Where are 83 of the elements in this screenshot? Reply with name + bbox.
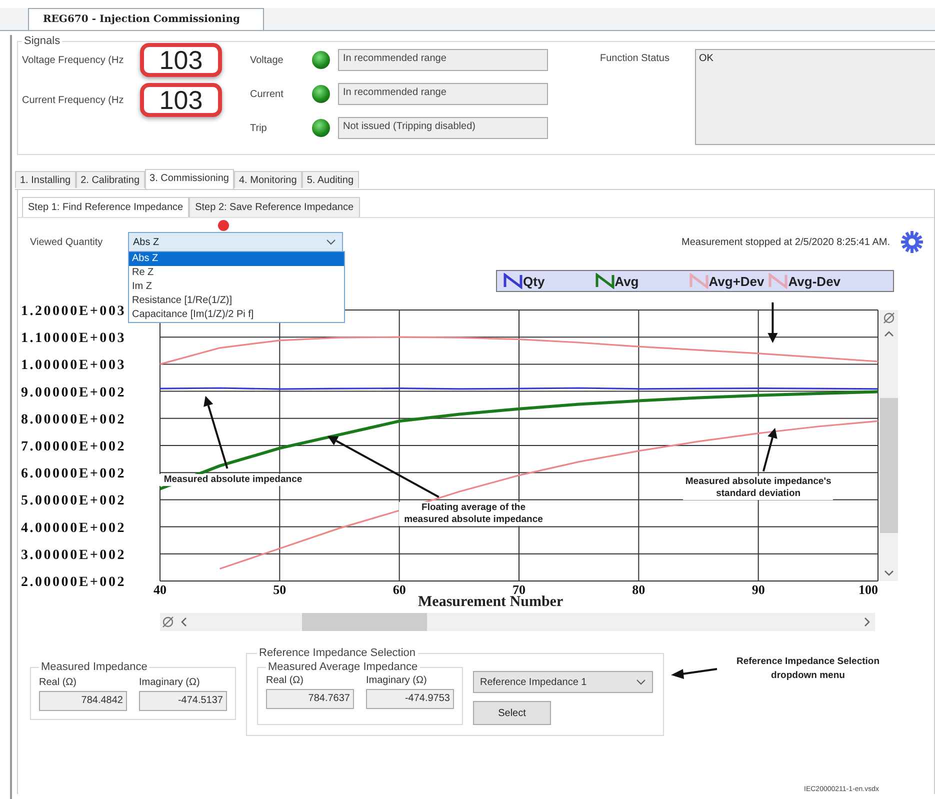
legend-line-icon bbox=[594, 273, 615, 289]
frequency-field: 103 bbox=[140, 83, 222, 117]
field-label: Real (Ω) bbox=[266, 675, 304, 686]
y-tick-label: 9.00000E+002 bbox=[21, 385, 124, 400]
indicator-label: Current bbox=[250, 88, 284, 100]
sub-tab[interactable]: Step 1: Find Reference Impedance bbox=[22, 197, 190, 217]
indicator-label: Trip bbox=[250, 122, 268, 134]
scroll-thumb[interactable] bbox=[880, 398, 898, 533]
dropdown-option[interactable]: Re Z bbox=[129, 266, 344, 280]
function-status-field: OK bbox=[695, 49, 935, 145]
caret-icon bbox=[636, 679, 646, 685]
annotation-arrow bbox=[762, 428, 778, 472]
zoom-reset-icon[interactable] bbox=[881, 310, 897, 326]
value-field: -474.9753 bbox=[366, 689, 454, 709]
horizontal-scrollbar[interactable] bbox=[160, 613, 875, 631]
tab[interactable]: 4. Monitoring bbox=[234, 171, 302, 188]
x-tick-label: 60 bbox=[392, 582, 406, 597]
vertical-scrollbar[interactable] bbox=[880, 310, 898, 581]
legend-label: Avg+Dev bbox=[708, 274, 764, 288]
x-tick-label: 40 bbox=[154, 582, 166, 597]
field-label: Imaginary (Ω) bbox=[366, 675, 428, 686]
indicator-label: Voltage bbox=[250, 54, 284, 66]
x-tick-label: 100 bbox=[858, 582, 878, 597]
legend-line-icon bbox=[503, 273, 523, 289]
field-label: Real (Ω) bbox=[39, 677, 78, 688]
status-field: Not issued (Tripping disabled) bbox=[338, 117, 548, 139]
field-label: Imaginary (Ω) bbox=[139, 677, 201, 688]
legend-label: Qty bbox=[523, 274, 545, 288]
reference-dropdown[interactable]: Reference Impedance 1 bbox=[473, 671, 653, 693]
gear-icon[interactable] bbox=[900, 230, 924, 254]
tab[interactable]: 5. Auditing bbox=[302, 171, 359, 188]
legend-label: Avg-Dev bbox=[788, 274, 841, 288]
dropdown-option[interactable]: Capacitance [Im(1/Z)/2 Pi f] bbox=[129, 308, 344, 322]
y-tick-label: 3.00000E+002 bbox=[21, 548, 124, 563]
y-tick-label: 8.00000E+002 bbox=[21, 412, 124, 428]
dropdown-option[interactable]: Resistance [1/Re(1/Z)] bbox=[129, 294, 344, 308]
y-tick-label: 2.00000E+002 bbox=[21, 575, 124, 590]
y-tick-label: 1.20000E+003 bbox=[21, 304, 124, 319]
annotation-text: Measured absolute impedance's standard deviation bbox=[683, 476, 834, 500]
status-field: In recommended range bbox=[338, 83, 548, 105]
frequency-field: 103 bbox=[140, 43, 222, 77]
caret-icon bbox=[326, 239, 336, 245]
y-tick-label: 1.00000E+003 bbox=[21, 358, 124, 374]
select-button[interactable]: Select bbox=[473, 701, 551, 725]
tab[interactable]: 2. Calibrating bbox=[76, 171, 145, 188]
x-axis-title: Measurement Number bbox=[418, 594, 564, 611]
sub-tab[interactable]: Step 2: Save Reference Impedance bbox=[189, 197, 360, 217]
group-title: Reference Impedance Selection bbox=[258, 647, 417, 659]
x-tick-label: 50 bbox=[273, 582, 286, 597]
x-tick-label: 80 bbox=[632, 582, 646, 597]
legend-label: Avg bbox=[614, 274, 639, 288]
dropdown-option[interactable]: Abs Z bbox=[129, 252, 344, 266]
x-tick-label: 70 bbox=[512, 582, 526, 597]
zoom-reset-icon[interactable] bbox=[160, 614, 176, 630]
y-tick-label: 6.00000E+002 bbox=[21, 466, 124, 482]
group-title: Measured Average Impedance bbox=[267, 661, 419, 673]
legend-line-icon bbox=[768, 273, 788, 289]
marker-dot bbox=[218, 220, 229, 231]
dropdown-option[interactable]: Im Z bbox=[129, 280, 344, 294]
y-tick-label: 5.00000E+002 bbox=[21, 494, 124, 509]
document-tab[interactable]: REG670 - Injection Commissioning bbox=[28, 8, 264, 30]
value-field: -474.5137 bbox=[139, 691, 227, 711]
group-title: Measured Impedance bbox=[40, 661, 148, 673]
legend-line-icon bbox=[688, 273, 709, 289]
measurement-status: Measurement stopped at 2/5/2020 8:25:41 AM. bbox=[682, 236, 890, 248]
callout-text: Reference Impedance Selection dropdown menu bbox=[735, 655, 881, 683]
status-field: In recommended range bbox=[338, 49, 548, 71]
scroll-thumb[interactable] bbox=[302, 613, 427, 631]
quantity-dropdown[interactable]: Abs Z bbox=[128, 232, 343, 252]
field-label: Voltage Frequency (Hz bbox=[22, 54, 125, 66]
value-field: 784.7637 bbox=[266, 689, 354, 709]
tab[interactable]: 1. Installing bbox=[15, 171, 76, 188]
y-tick-label: 4.00000E+002 bbox=[21, 520, 124, 536]
field-label: Function Status bbox=[600, 52, 670, 66]
group-title: Signals bbox=[23, 35, 62, 47]
field-label: Current Frequency (Hz bbox=[22, 94, 125, 106]
value-field: 784.4842 bbox=[39, 691, 127, 711]
field-label: Viewed Quantity bbox=[30, 236, 104, 248]
y-tick-label: 1.10000E+003 bbox=[21, 331, 124, 346]
x-tick-label: 90 bbox=[752, 582, 765, 597]
tab[interactable]: 3. Commissioning bbox=[144, 169, 234, 189]
annotation-arrow bbox=[768, 302, 778, 344]
y-tick-label: 7.00000E+002 bbox=[21, 440, 124, 454]
